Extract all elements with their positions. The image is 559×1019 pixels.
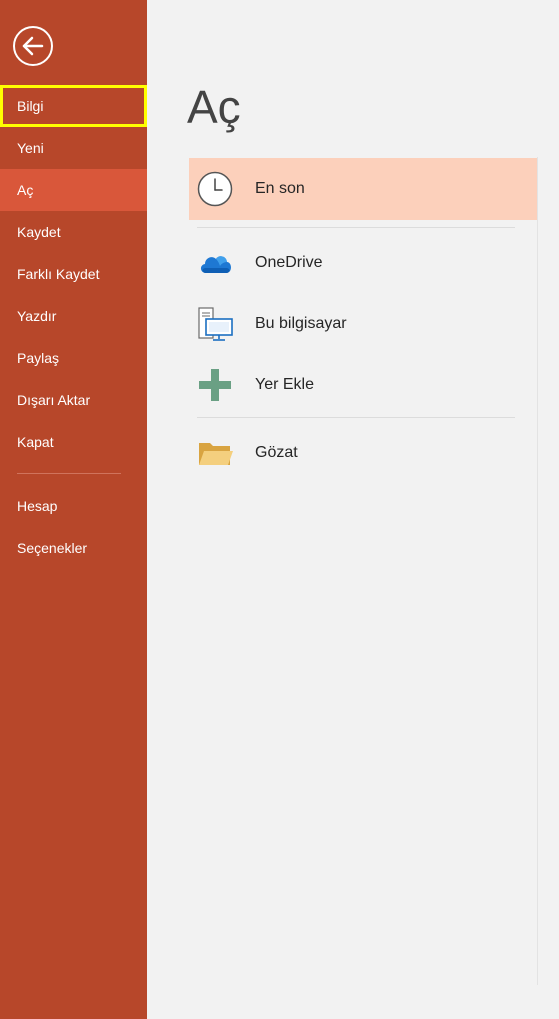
nav-item-close[interactable]: Kapat <box>0 421 147 463</box>
nav-item-save[interactable]: Kaydet <box>0 211 147 253</box>
cloud-icon <box>200 256 231 273</box>
computer-icon <box>198 307 233 341</box>
option-label: Yer Ekle <box>255 376 314 393</box>
nav-item-label: Yeni <box>17 140 44 156</box>
clock-icon <box>197 171 233 207</box>
nav-item-label: Hesap <box>17 498 58 514</box>
back-button[interactable] <box>13 26 53 66</box>
panel-divider <box>537 157 538 985</box>
option-label: Bu bilgisayar <box>255 315 347 332</box>
option-browse[interactable]: Gözat <box>189 422 537 484</box>
nav-item-label: Paylaş <box>17 350 60 366</box>
options-separator <box>197 227 515 228</box>
nav-item-label: Seçenekler <box>17 540 88 556</box>
nav-item-label: Yazdır <box>17 308 57 324</box>
nav-item-label: Dışarı Aktar <box>17 392 91 408</box>
option-label: Gözat <box>255 444 298 461</box>
page-title: Aç <box>187 81 241 133</box>
nav-item-label: Bilgi <box>17 98 44 114</box>
option-onedrive[interactable]: OneDrive <box>189 232 537 294</box>
option-label: En son <box>255 180 305 197</box>
option-recent[interactable]: En son <box>189 158 537 220</box>
sidebar-divider <box>17 473 121 474</box>
nav-item-label: Kaydet <box>17 224 61 240</box>
options-separator <box>197 417 515 418</box>
back-arrow-icon <box>22 36 44 56</box>
option-label: OneDrive <box>255 254 323 271</box>
nav-item-label: Farklı Kaydet <box>17 266 100 282</box>
nav-item-info[interactable]: Bilgi <box>0 85 147 127</box>
nav-item-save-as[interactable]: Farklı Kaydet <box>0 253 147 295</box>
nav-item-open[interactable]: Aç <box>0 169 147 211</box>
nav-item-print[interactable]: Yazdır <box>0 295 147 337</box>
nav-item-options[interactable]: Seçenekler <box>0 527 147 569</box>
nav-item-share[interactable]: Paylaş <box>0 337 147 379</box>
nav-item-label: Aç <box>17 182 34 198</box>
nav-item-label: Kapat <box>17 434 54 450</box>
backstage-sidebar: Bilgi Yeni Aç Kaydet Farklı Kaydet Yazdı… <box>0 0 147 1019</box>
nav-item-export[interactable]: Dışarı Aktar <box>0 379 147 421</box>
nav-item-new[interactable]: Yeni <box>0 127 147 169</box>
option-add-place[interactable]: Yer Ekle <box>189 354 537 416</box>
nav-item-account[interactable]: Hesap <box>0 485 147 527</box>
folder-icon <box>199 443 233 465</box>
option-this-pc[interactable]: Bu bilgisayar <box>189 293 537 355</box>
plus-icon <box>199 369 231 401</box>
